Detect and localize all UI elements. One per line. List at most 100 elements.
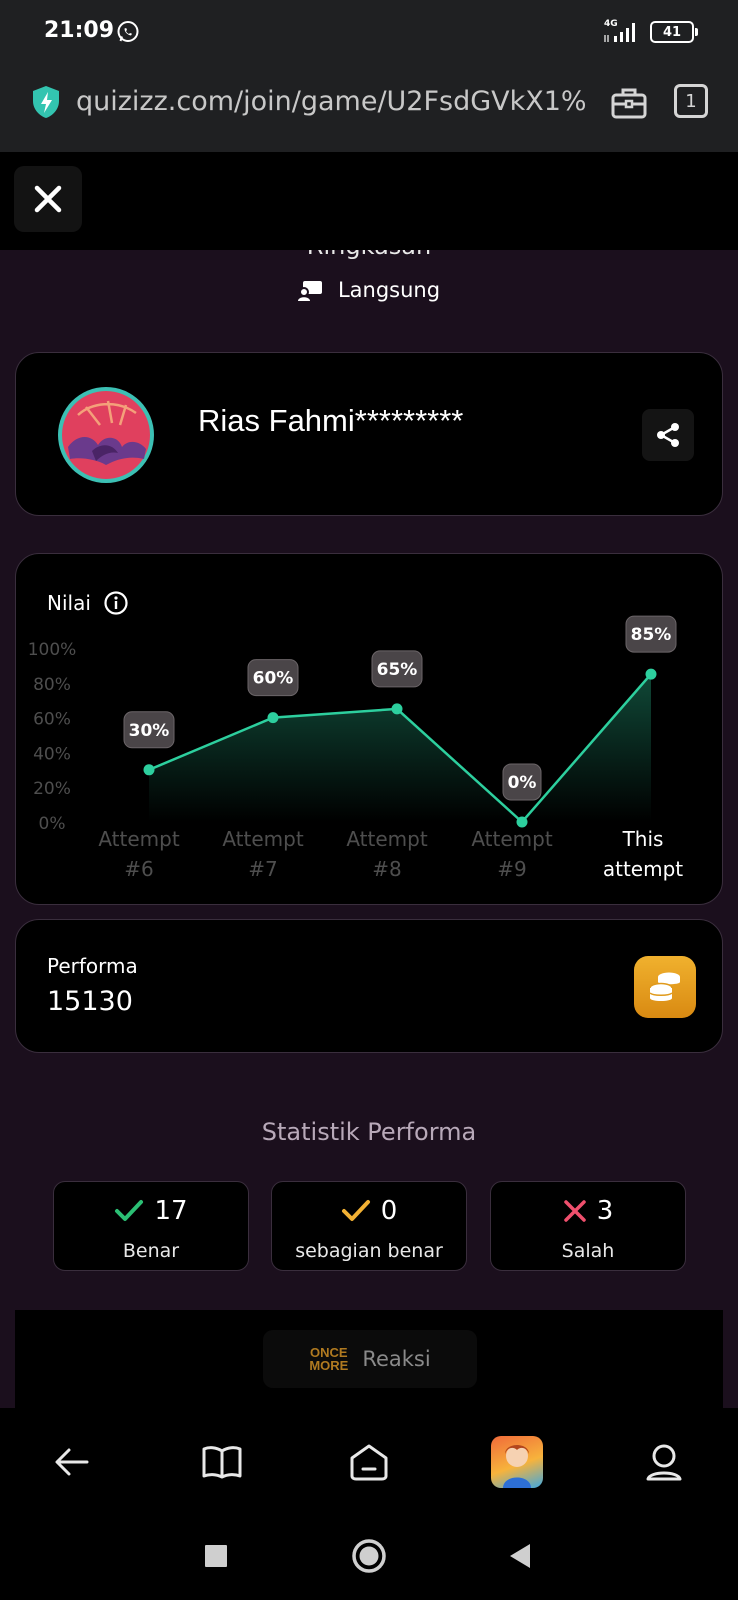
page-content: Ringkasan Langsung Rias Fahmi********* — [0, 152, 738, 1408]
correct-label: Benar — [122, 1240, 180, 1262]
coins-button[interactable] — [634, 956, 696, 1018]
x-tick-label: #9 — [497, 857, 526, 881]
user-icon — [646, 1444, 682, 1481]
status-time: 21:09 — [44, 18, 115, 43]
x-tick-label: Attempt — [98, 827, 179, 851]
system-nav-bar — [0, 1514, 738, 1600]
x-tick-label: Attempt — [346, 827, 427, 851]
data-point — [267, 712, 279, 724]
y-tick-label: 60% — [33, 710, 71, 730]
partial-count: 0 — [380, 1196, 398, 1226]
shield-icon[interactable] — [30, 84, 62, 120]
data-label-text: 30% — [129, 721, 170, 741]
chart-title-row: Nilai — [47, 590, 129, 616]
reaction-bar: ONCE MORE Reaksi — [15, 1310, 723, 1408]
partial-label: sebagian benar — [295, 1240, 443, 1262]
chart-title: Nilai — [47, 591, 91, 615]
data-label: 65% — [371, 650, 423, 688]
x-tick-label: Attempt — [471, 827, 552, 851]
y-tick-label: 40% — [33, 744, 71, 764]
mode-label: Langsung — [337, 278, 441, 302]
data-label: 85% — [625, 615, 677, 653]
profile-card: Rias Fahmi********* — [15, 352, 723, 516]
check-icon — [115, 1200, 144, 1221]
arrow-left-icon — [55, 1448, 89, 1476]
x-tick-label: attempt — [603, 857, 683, 881]
browser-bottom-nav — [0, 1408, 738, 1514]
y-tick-label: 100% — [28, 640, 77, 660]
whatsapp-icon — [117, 21, 139, 42]
book-icon — [202, 1446, 242, 1479]
avatar — [58, 387, 154, 483]
tabs-button[interactable]: 1 — [674, 84, 708, 118]
data-label-text: 65% — [377, 660, 418, 680]
series-area — [149, 674, 651, 822]
player-name: Rias Fahmi********* — [198, 403, 464, 438]
data-point — [645, 668, 657, 680]
incorrect-count: 3 — [596, 1196, 614, 1226]
correct-count: 17 — [154, 1196, 188, 1226]
system-back-button[interactable] — [500, 1536, 540, 1576]
data-label-text: 60% — [253, 669, 294, 689]
x-tick-label: This — [622, 827, 664, 851]
performance-card: Performa 15130 — [15, 919, 723, 1053]
profile-button[interactable] — [638, 1436, 690, 1488]
close-button[interactable] — [14, 166, 82, 232]
data-label: 0% — [502, 763, 542, 801]
briefcase-icon[interactable] — [610, 86, 648, 120]
info-icon[interactable] — [103, 590, 129, 616]
game-app-icon — [491, 1436, 543, 1488]
stat-incorrect: 3 Salah — [490, 1181, 686, 1271]
stat-correct: 17 Benar — [53, 1181, 249, 1271]
game-shortcut[interactable] — [491, 1436, 543, 1488]
data-label: 60% — [247, 659, 299, 697]
stats-title: Statistik Performa — [261, 1118, 477, 1146]
share-button[interactable] — [642, 409, 694, 461]
x-tick-label: Attempt — [222, 827, 303, 851]
triangle-back-icon — [510, 1544, 530, 1568]
top-header — [0, 152, 738, 250]
performance-label: Performa — [47, 954, 138, 978]
x-tick-label: #7 — [248, 857, 277, 881]
data-label: 30% — [123, 711, 175, 749]
incorrect-label: Salah — [561, 1240, 615, 1262]
close-icon — [34, 185, 62, 213]
reaction-label: Reaksi — [362, 1347, 431, 1371]
back-button[interactable] — [46, 1436, 98, 1488]
reaction-button[interactable]: ONCE MORE Reaksi — [263, 1330, 477, 1388]
status-bar: 21:09 4G 41 — [0, 0, 738, 62]
data-point — [516, 816, 528, 828]
home-button[interactable] — [343, 1436, 395, 1488]
score-chart-card: 0% 20% 40% 60% 80% 100% 30% 60% 65% 0% 85% Attempt #… — [15, 553, 723, 905]
x-tick-label: #8 — [372, 857, 401, 881]
battery-level: 41 — [662, 24, 682, 40]
stat-partial: 0 sebagian benar — [271, 1181, 467, 1271]
battery-icon: 41 — [650, 21, 698, 43]
coins-icon — [649, 972, 680, 1001]
partial-check-icon — [341, 1200, 370, 1221]
browser-url-bar: quizizz.com/join/game/U2FsdGVkX1%252E 1 — [0, 62, 738, 152]
share-icon — [657, 423, 679, 447]
square-icon — [205, 1545, 227, 1567]
performance-value: 15130 — [47, 986, 133, 1017]
signal-icon — [604, 23, 635, 42]
data-label-text: 85% — [631, 625, 672, 645]
once-more-icon: ONCE MORE — [309, 1346, 348, 1372]
recents-button[interactable] — [196, 1536, 236, 1576]
data-point — [143, 764, 155, 776]
url-field[interactable]: quizizz.com/join/game/U2FsdGVkX1%252E — [76, 86, 588, 120]
data-label-text: 0% — [508, 773, 537, 793]
y-tick-label: 20% — [33, 779, 71, 799]
x-tick-label: #6 — [124, 857, 153, 881]
data-point — [391, 703, 403, 715]
y-tick-label: 0% — [39, 814, 66, 834]
circle-icon — [352, 1539, 386, 1573]
mode-row: Langsung — [0, 278, 738, 302]
system-home-button[interactable] — [349, 1536, 389, 1576]
cross-icon — [563, 1200, 586, 1222]
bookmarks-button[interactable] — [196, 1436, 248, 1488]
once-more-icon-line2: MORE — [309, 1358, 349, 1373]
y-tick-label: 80% — [33, 675, 71, 695]
live-mode-icon — [297, 281, 322, 301]
home-icon — [350, 1444, 388, 1481]
